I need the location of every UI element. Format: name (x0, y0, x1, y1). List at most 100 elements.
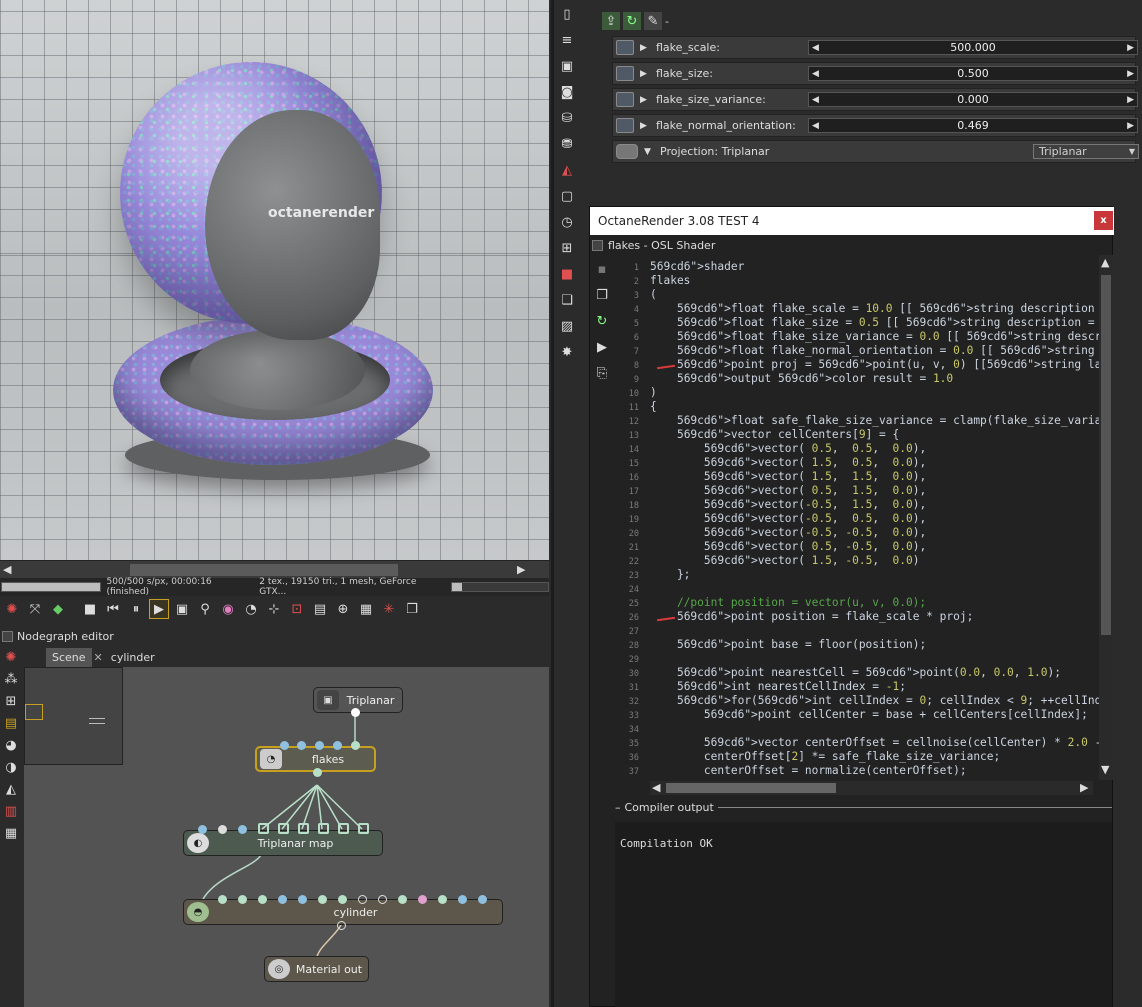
link-icon[interactable] (616, 92, 634, 107)
code-vscroll[interactable]: ▲ ▼ (1099, 255, 1113, 780)
pin-tmap-in-6[interactable] (298, 823, 309, 834)
pin-cyl-in-5[interactable] (298, 895, 307, 904)
pin-tmap-in-9[interactable] (358, 823, 369, 834)
grid-icon[interactable]: ▦ (1, 823, 21, 843)
link-icon[interactable] (616, 66, 634, 81)
film-region-icon[interactable]: ▤ (310, 599, 330, 619)
run-icon[interactable]: ▶ (592, 337, 612, 357)
pin-cyl-in-8[interactable] (358, 895, 367, 904)
link-icon[interactable] (616, 118, 634, 133)
group-icon[interactable]: ▤ (1, 713, 21, 733)
pin-cyl-in-3[interactable] (258, 895, 267, 904)
save-icon[interactable]: ▪ (592, 259, 612, 279)
object-picker-icon[interactable]: ⊹ (264, 599, 284, 619)
scroll-right-icon[interactable]: ▶ (517, 563, 525, 576)
spinner-icon[interactable]: ✳ (379, 599, 399, 619)
expand-icon[interactable]: ▶ (640, 69, 652, 79)
increment-icon[interactable]: ▶ (1127, 69, 1134, 79)
pin-cyl-in-4[interactable] (278, 895, 287, 904)
decrement-icon[interactable]: ◀ (812, 121, 819, 131)
cube-icon[interactable]: ◆ (48, 599, 68, 619)
pin-cyl-in-9[interactable] (378, 895, 387, 904)
panel-toggle[interactable] (2, 630, 13, 642)
pin-cyl-in-11[interactable] (418, 895, 427, 904)
flake-size-variance-field[interactable]: ◀ 0.000 ▶ (808, 92, 1138, 107)
material-icon[interactable]: ◕ (1, 735, 21, 755)
film-icon[interactable]: ▥ (1, 801, 21, 821)
pin-cyl-in-2[interactable] (238, 895, 247, 904)
play-icon[interactable]: ▶ (149, 599, 169, 619)
expand-icon[interactable]: ▶ (640, 121, 652, 131)
pin-up-icon[interactable]: ⇪ (602, 12, 620, 30)
image-icon[interactable]: ▣ (557, 56, 577, 76)
close-button[interactable]: x (1094, 211, 1113, 230)
reset-camera-icon[interactable]: ✺ (2, 599, 22, 619)
scroll-up-icon[interactable]: ▲ (1101, 256, 1109, 269)
pin-tmap-in-1[interactable] (198, 825, 207, 834)
scroll-thumb[interactable] (1101, 275, 1111, 635)
pin-cyl-in-13[interactable] (458, 895, 467, 904)
layers-icon[interactable]: ❏ (557, 290, 577, 310)
pin-cyl-in-6[interactable] (318, 895, 327, 904)
red-cube-icon[interactable]: ■ (557, 264, 577, 284)
pin-tmap-in-4[interactable] (258, 823, 269, 834)
panel-toggle[interactable] (592, 239, 603, 251)
display-icon[interactable]: ▣ (172, 599, 192, 619)
pin-flakes-in-4[interactable] (333, 741, 342, 750)
increment-icon[interactable]: ▶ (1127, 43, 1134, 53)
tab-cylinder[interactable]: cylinder (105, 648, 161, 667)
decrement-icon[interactable]: ◀ (812, 43, 819, 53)
render-viewport[interactable]: octanerender (0, 0, 549, 562)
sheet-icon[interactable]: ▯ (557, 4, 577, 24)
pin-triplanar-out[interactable] (351, 708, 360, 717)
collapse-icon[interactable]: ▼ (644, 147, 656, 157)
camera-icon[interactable]: ◙ (557, 82, 577, 102)
pin-cyl-in-12[interactable] (438, 895, 447, 904)
material-picker-icon[interactable]: ◔ (241, 599, 261, 619)
window-titlebar[interactable]: OctaneRender 3.08 TEST 4 x (590, 207, 1114, 235)
clipboard-icon[interactable]: ❐ (402, 599, 422, 619)
expand-icon[interactable]: ▶ (640, 95, 652, 105)
decrement-icon[interactable]: ◀ (812, 95, 819, 105)
stop-icon[interactable]: ■ (80, 599, 100, 619)
flake-normal-orientation-field[interactable]: ◀ 0.469 ▶ (808, 118, 1138, 133)
link-icon[interactable] (616, 40, 634, 55)
projection-node-icon[interactable] (616, 144, 638, 159)
resolution-icon[interactable]: ▦ (356, 599, 376, 619)
scroll-left-icon[interactable]: ◀ (3, 563, 11, 576)
pin-flakes-in-2[interactable] (297, 741, 306, 750)
projection-dropdown[interactable]: Triplanar ▼ (1033, 144, 1139, 159)
picture-icon[interactable]: ▨ (557, 316, 577, 336)
pin-flakes-in-1[interactable] (280, 741, 289, 750)
reset-icon[interactable]: ✺ (1, 647, 21, 667)
paste-icon[interactable]: ⎘ (592, 363, 612, 383)
flake-scale-field[interactable]: ◀ 500.000 ▶ (808, 40, 1138, 55)
pin-tmap-in-5[interactable] (278, 823, 289, 834)
pin-cyl-in-1[interactable] (218, 895, 227, 904)
layout-icon[interactable]: ⁂ (1, 669, 21, 689)
pin-flakes-in-3[interactable] (315, 741, 324, 750)
scroll-down-icon[interactable]: ▼ (1101, 763, 1109, 776)
database-icon[interactable]: ⛁ (557, 108, 577, 128)
texture-icon[interactable]: ◑ (1, 757, 21, 777)
increment-icon[interactable]: ▶ (1127, 121, 1134, 131)
code-editor[interactable]: 1 569cd6">shader 2 flakes 3 (4 569cd6">float … (615, 255, 1100, 780)
code-hscroll[interactable]: ◀ ▶ (650, 781, 1093, 795)
region-icon[interactable]: ⊡ (287, 599, 307, 619)
pin-cyl-out[interactable] (337, 921, 346, 930)
focus-icon[interactable]: ⚲ (195, 599, 215, 619)
tab-scene[interactable]: Scene (46, 648, 92, 667)
pin-cyl-in-14[interactable] (478, 895, 487, 904)
scroll-thumb[interactable] (130, 564, 398, 576)
edit-icon[interactable]: ✎ (644, 12, 662, 30)
drop-icon[interactable]: ◭ (557, 160, 577, 180)
clock-icon[interactable]: ◷ (557, 212, 577, 232)
panel-splitter[interactable] (551, 0, 554, 1007)
pin-cyl-in-10[interactable] (398, 895, 407, 904)
pin-cyl-in-7[interactable] (338, 895, 347, 904)
node-material-out[interactable]: ◎ Material out (264, 956, 369, 982)
list-icon[interactable]: ≡ (557, 30, 577, 50)
pause-icon[interactable]: ⏸ (126, 599, 146, 619)
expand-icon[interactable]: ▶ (640, 43, 652, 53)
nodegraph-minimap[interactable] (24, 667, 123, 765)
